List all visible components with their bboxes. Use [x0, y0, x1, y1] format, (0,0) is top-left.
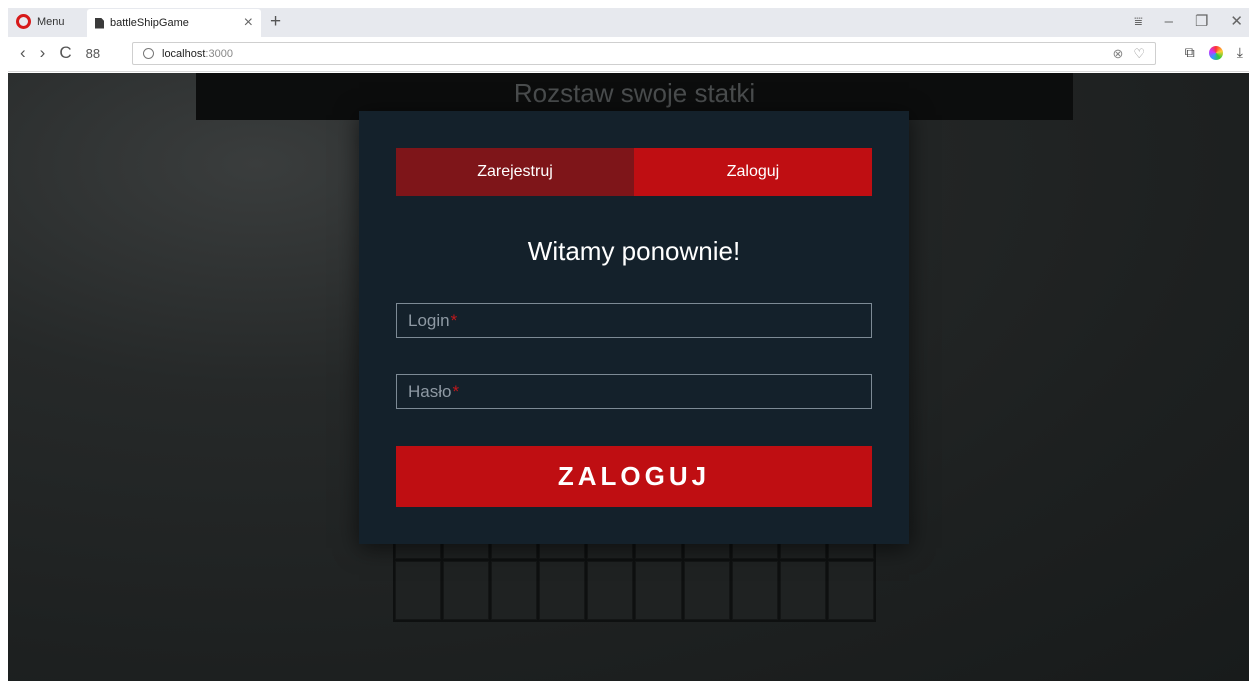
restore-icon[interactable]: ❐	[1195, 12, 1208, 30]
close-window-icon[interactable]: ✕	[1230, 12, 1243, 30]
block-icon[interactable]: ⊗	[1112, 46, 1123, 62]
window-controls: ⩸ – ❐ ✕	[1134, 12, 1243, 31]
login-field[interactable]: Login *	[396, 303, 872, 338]
opera-logo-icon	[16, 14, 31, 29]
tab-menu-icon[interactable]: ⩸	[1134, 13, 1143, 30]
board-cell[interactable]	[395, 561, 442, 620]
opera-menu-button[interactable]: Menu	[16, 14, 65, 29]
download-icon[interactable]: ⤓	[1237, 44, 1243, 61]
snapshot-icon[interactable]: ⧉	[1185, 44, 1195, 61]
board-cell[interactable]	[491, 561, 538, 620]
auth-tabs: Zarejestruj Zaloguj	[396, 148, 872, 196]
board-cell[interactable]	[683, 561, 730, 620]
heart-icon[interactable]: ♡	[1133, 46, 1145, 62]
address-bar: ‹ › C 88 localhost :3000 ⊗ ♡ ⧉ ⤓	[8, 37, 1249, 72]
menu-label: Menu	[37, 15, 65, 28]
new-tab-icon[interactable]: +	[270, 11, 281, 33]
login-modal: Zarejestruj Zaloguj Witamy ponownie! Log…	[359, 111, 909, 544]
board-cell[interactable]	[635, 561, 682, 620]
back-icon[interactable]: ‹	[20, 43, 26, 63]
nav-buttons: ‹ › C 88	[20, 43, 100, 63]
url-input[interactable]: localhost :3000 ⊗ ♡	[132, 42, 1156, 65]
required-mark: *	[450, 310, 458, 330]
password-field[interactable]: Hasło *	[396, 374, 872, 409]
url-port: :3000	[205, 47, 233, 60]
board-cell[interactable]	[587, 561, 634, 620]
tab-strip: Menu battleShipGame × + ⩸ – ❐ ✕	[8, 8, 1249, 37]
speed-dial-icon[interactable]: 88	[86, 46, 100, 61]
password-placeholder: Hasło	[408, 381, 452, 401]
file-icon	[95, 17, 104, 29]
browser-tab[interactable]: battleShipGame ×	[87, 9, 261, 37]
tab-register[interactable]: Zarejestruj	[396, 148, 634, 196]
tab-title: battleShipGame	[110, 17, 189, 29]
color-wheel-icon[interactable]	[1208, 45, 1223, 60]
close-tab-icon[interactable]: ×	[244, 15, 253, 31]
reload-icon[interactable]: C	[59, 43, 71, 63]
login-placeholder: Login	[408, 310, 450, 330]
extension-icons: ⧉ ⤓	[1185, 44, 1243, 61]
required-mark: *	[452, 381, 460, 401]
banner-title: Rozstaw swoje statki	[513, 78, 756, 108]
globe-icon	[143, 48, 154, 59]
welcome-heading: Witamy ponownie!	[527, 236, 741, 266]
board-cell[interactable]	[539, 561, 586, 620]
board-cell[interactable]	[443, 561, 490, 620]
board-cell[interactable]	[827, 561, 874, 620]
board-cell[interactable]	[779, 561, 826, 620]
login-button[interactable]: ZALOGUJ	[396, 446, 872, 507]
url-host: localhost	[162, 47, 206, 60]
page-viewport: Rozstaw swoje statki Zarejestruj Zaloguj…	[8, 73, 1249, 681]
tab-login[interactable]: Zaloguj	[634, 148, 872, 196]
minimize-icon[interactable]: –	[1165, 13, 1173, 30]
board-cell[interactable]	[731, 561, 778, 620]
url-actions: ⊗ ♡	[1112, 46, 1145, 62]
forward-icon[interactable]: ›	[40, 43, 46, 63]
